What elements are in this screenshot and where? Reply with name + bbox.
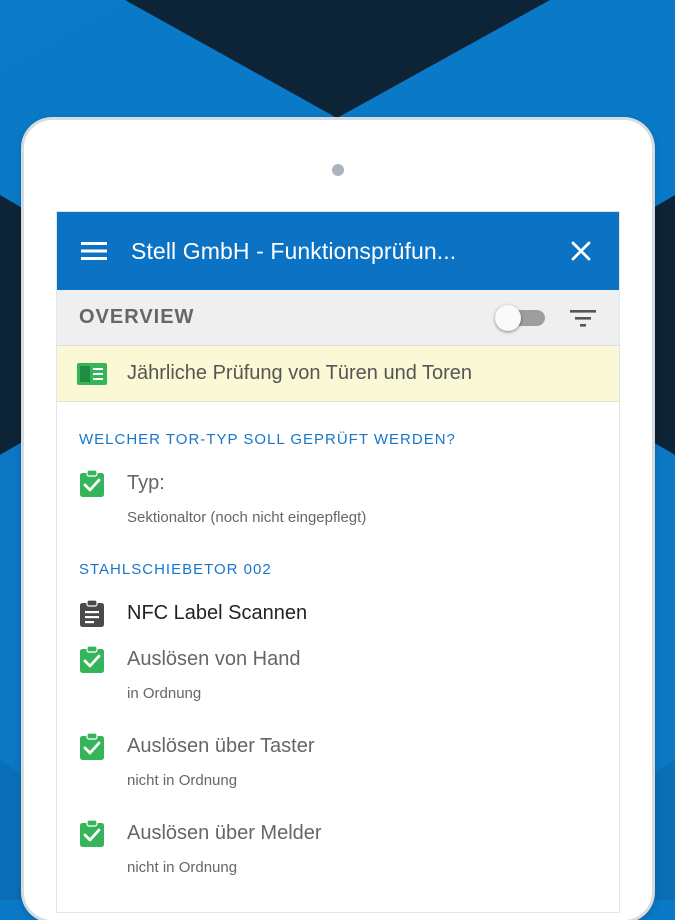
clipboard-check-icon: [80, 646, 104, 673]
list-item-melder[interactable]: Auslösen über Melder nicht in Ordnung: [57, 808, 619, 895]
overview-toggle[interactable]: [495, 304, 547, 332]
app-title: Stell GmbH - Funktionsprüfun...: [131, 237, 457, 264]
list-item-hand[interactable]: Auslösen von Hand in Ordnung: [57, 634, 619, 721]
clipboard-check-icon: [80, 733, 104, 760]
close-icon: [571, 241, 591, 261]
item-title: Auslösen über Melder: [127, 822, 322, 844]
close-button[interactable]: [543, 212, 619, 290]
menu-button[interactable]: [57, 212, 131, 290]
app-bar: Stell GmbH - Funktionsprüfun...: [57, 212, 619, 290]
list-item-typ[interactable]: Typ: Sektionaltor (noch nicht eingepfleg…: [57, 458, 619, 531]
section-header-tor-typ: WELCHER TOR-TYP SOLL GEPRÜFT WERDEN?: [79, 431, 456, 448]
app-screen: Stell GmbH - Funktionsprüfun... OVERVIEW: [57, 212, 619, 912]
clipboard-icon: [80, 600, 104, 627]
form-icon: [77, 362, 107, 385]
filter-icon: [570, 309, 596, 327]
item-value: nicht in Ordnung: [127, 859, 238, 876]
item-title: NFC Label Scannen: [127, 602, 308, 624]
toggle-thumb: [495, 304, 521, 331]
overview-label: OVERVIEW: [79, 306, 195, 328]
item-value: in Ordnung: [127, 685, 202, 702]
item-value: Sektionaltor (noch nicht eingepflegt): [127, 509, 367, 526]
overview-bar: OVERVIEW: [57, 290, 619, 346]
item-title: Auslösen von Hand: [127, 648, 301, 670]
item-title: Auslösen über Taster: [127, 735, 315, 757]
list-item-taster[interactable]: Auslösen über Taster nicht in Ordnung: [57, 721, 619, 808]
section-header-stahlschiebetor: STAHLSCHIEBETOR 002: [79, 561, 272, 578]
hamburger-menu-icon: [81, 242, 107, 260]
clipboard-check-icon: [80, 820, 104, 847]
list-item-nfc[interactable]: NFC Label Scannen: [57, 588, 619, 634]
filter-button[interactable]: [561, 296, 605, 340]
tablet-camera: [332, 164, 344, 176]
clipboard-check-icon: [80, 470, 104, 497]
form-title: Jährliche Prüfung von Türen und Toren: [127, 362, 473, 384]
item-title: Typ:: [127, 472, 165, 494]
item-value: nicht in Ordnung: [127, 772, 238, 789]
form-banner[interactable]: Jährliche Prüfung von Türen und Toren: [57, 346, 619, 402]
